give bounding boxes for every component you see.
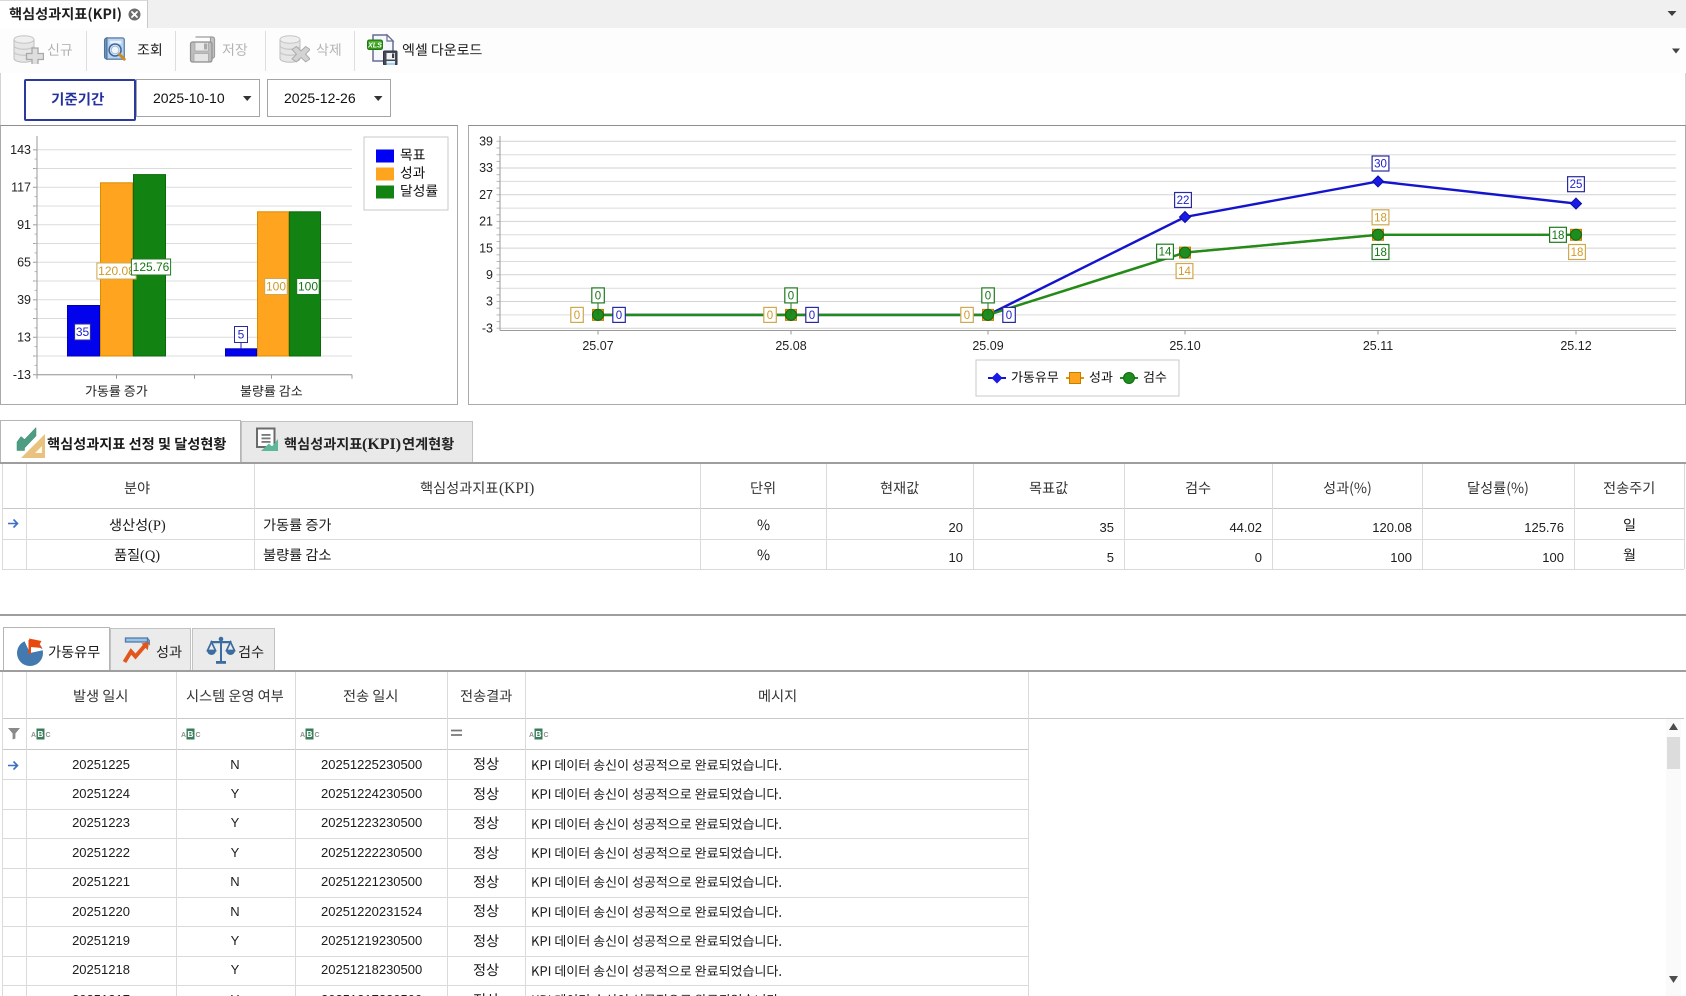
svg-text:18: 18: [1571, 247, 1584, 259]
svg-text:B: B: [187, 729, 193, 739]
svg-text:91: 91: [17, 218, 31, 232]
svg-text:0: 0: [595, 290, 601, 302]
svg-text:C: C: [315, 732, 320, 739]
svg-text:0: 0: [788, 290, 794, 302]
svg-text:(Q): (Q): [140, 548, 160, 564]
svg-text:3: 3: [486, 295, 493, 309]
svg-text:143: 143: [10, 143, 31, 157]
svg-text:C: C: [46, 732, 51, 739]
svg-text:A: A: [31, 732, 36, 739]
svg-text:5: 5: [238, 328, 245, 342]
svg-text:65: 65: [17, 256, 31, 270]
svg-text:22: 22: [1177, 195, 1190, 207]
svg-text:0: 0: [616, 310, 622, 322]
svg-text:39: 39: [17, 293, 31, 307]
svg-text:-13: -13: [13, 368, 31, 382]
svg-text:25.12: 25.12: [1560, 339, 1591, 353]
svg-text:25.08: 25.08: [775, 339, 806, 353]
svg-text:25.11: 25.11: [1363, 339, 1393, 353]
svg-text:18: 18: [1552, 230, 1565, 242]
svg-text:117: 117: [11, 181, 31, 195]
svg-text:0: 0: [809, 310, 815, 322]
svg-text:100: 100: [266, 280, 286, 294]
svg-text:A: A: [529, 732, 534, 739]
svg-text:25.10: 25.10: [1169, 339, 1200, 353]
svg-text:C: C: [196, 732, 201, 739]
svg-text:9: 9: [486, 268, 493, 282]
svg-text:B: B: [535, 729, 541, 739]
svg-text:21: 21: [479, 215, 493, 229]
svg-text:0: 0: [985, 290, 991, 302]
svg-text:120.08: 120.08: [98, 264, 135, 278]
svg-text:125.76: 125.76: [133, 260, 170, 274]
svg-text:100: 100: [298, 280, 318, 294]
svg-text:25.09: 25.09: [972, 339, 1003, 353]
svg-text:39: 39: [479, 135, 493, 149]
svg-text:(KPI): (KPI): [499, 480, 534, 497]
svg-text:14: 14: [1178, 266, 1191, 278]
svg-text:A: A: [300, 732, 305, 739]
svg-text:(P): (P): [148, 518, 166, 534]
svg-text:C: C: [544, 732, 549, 739]
svg-text:0: 0: [767, 310, 773, 322]
svg-text:25.07: 25.07: [582, 339, 613, 353]
svg-text:0: 0: [1006, 310, 1012, 322]
svg-text:A: A: [181, 732, 186, 739]
svg-text:-3: -3: [482, 321, 493, 335]
svg-text:14: 14: [1159, 247, 1172, 259]
svg-text:25: 25: [1570, 179, 1583, 191]
svg-text:33: 33: [479, 161, 493, 175]
svg-text:27: 27: [479, 188, 493, 202]
svg-text:35: 35: [76, 325, 90, 339]
svg-text:B: B: [306, 729, 312, 739]
svg-text:XLS: XLS: [367, 40, 382, 49]
svg-text:18: 18: [1374, 247, 1387, 259]
svg-text:30: 30: [1374, 159, 1387, 171]
svg-text:B: B: [37, 729, 43, 739]
svg-text:13: 13: [17, 331, 31, 345]
svg-text:18: 18: [1374, 212, 1387, 224]
svg-text:(KPI): (KPI): [362, 436, 401, 453]
svg-text:0: 0: [574, 310, 580, 322]
svg-text:0: 0: [964, 310, 970, 322]
svg-text:15: 15: [479, 241, 493, 255]
